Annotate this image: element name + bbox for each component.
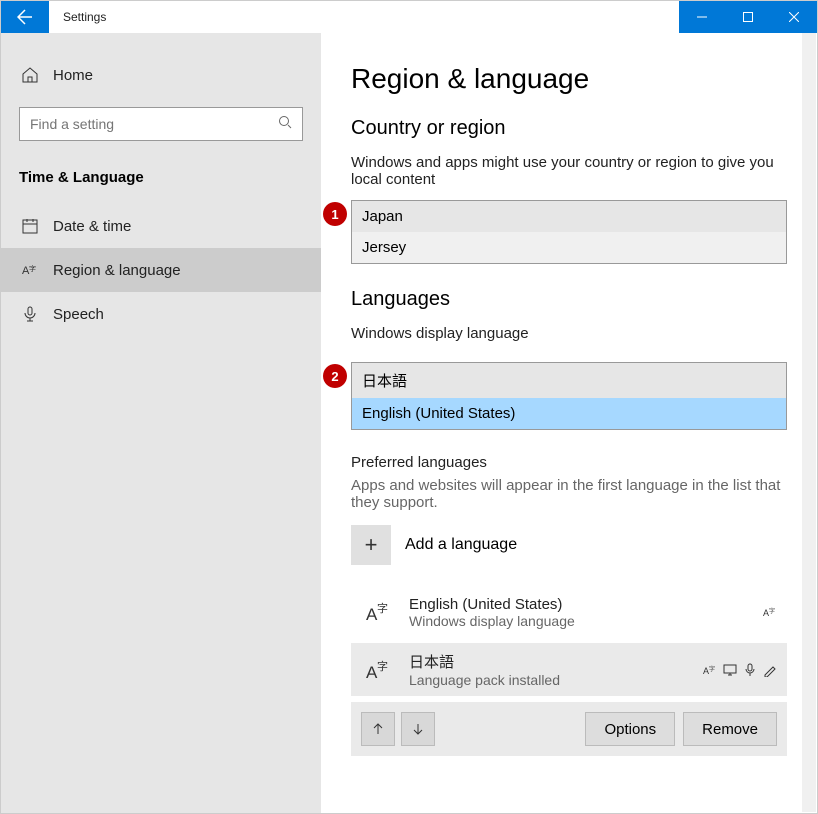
close-icon (789, 12, 799, 22)
microphone-icon (19, 305, 41, 323)
svg-text:字: 字 (709, 665, 715, 673)
search-input[interactable] (20, 116, 302, 132)
svg-text:字: 字 (377, 601, 388, 615)
sidebar-item-region[interactable]: A字 Region & language (1, 248, 321, 292)
search-wrap (19, 107, 303, 141)
back-button[interactable] (1, 1, 49, 33)
minimize-icon (697, 12, 707, 22)
region-option-japan[interactable]: Japan (352, 201, 786, 232)
maximize-icon (743, 12, 753, 22)
language-name: 日本語 (409, 651, 703, 672)
search-box[interactable] (19, 107, 303, 141)
handwriting-icon (763, 663, 777, 677)
home-label: Home (53, 67, 93, 84)
scrollbar[interactable] (802, 33, 816, 812)
language-badges: A字 (703, 663, 777, 677)
arrow-up-icon (372, 723, 384, 735)
language-badges: A字 (763, 605, 777, 619)
options-button[interactable]: Options (585, 712, 675, 746)
search-icon (278, 115, 292, 134)
svg-text:字: 字 (29, 264, 36, 273)
language-a-icon: A字 (19, 261, 41, 279)
action-buttons: Options Remove (585, 712, 777, 746)
callout-2: 2 (323, 364, 347, 388)
language-actions: Options Remove (351, 702, 787, 756)
sidebar-section-title: Time & Language (1, 161, 321, 204)
speech-icon (743, 663, 757, 677)
titlebar-spacer (120, 1, 679, 33)
language-a-small-icon: A字 (763, 605, 777, 619)
language-item-japanese[interactable]: A字 日本語 Language pack installed A字 (351, 643, 787, 696)
region-option-jersey[interactable]: Jersey (352, 232, 786, 263)
main-layout: Home Time & Language Date & time A字 Regi… (1, 33, 817, 813)
region-heading: Country or region (351, 117, 787, 140)
sidebar-item-speech[interactable]: Speech (1, 292, 321, 336)
language-subtext: Windows display language (409, 613, 763, 629)
page-title: Region & language (351, 63, 787, 95)
language-item-english[interactable]: A字 English (United States) Windows displ… (351, 587, 787, 637)
sidebar-item-datetime[interactable]: Date & time (1, 204, 321, 248)
sidebar: Home Time & Language Date & time A字 Regi… (1, 33, 321, 813)
region-dropdown[interactable]: Japan Jersey (351, 200, 787, 264)
add-language-label: Add a language (405, 536, 517, 554)
language-subtext: Language pack installed (409, 672, 703, 688)
reorder-buttons (361, 712, 435, 746)
move-up-button[interactable] (361, 712, 395, 746)
maximize-button[interactable] (725, 1, 771, 33)
region-dropdown-wrap: 1 Japan Jersey (351, 200, 787, 264)
preferred-heading: Preferred languages (351, 454, 787, 471)
display-option-english[interactable]: English (United States) (352, 398, 786, 429)
display-dropdown-wrap: 2 日本語 English (United States) (351, 362, 787, 430)
add-language-button[interactable]: + Add a language (351, 525, 787, 565)
region-desc: Windows and apps might use your country … (351, 154, 787, 188)
remove-button[interactable]: Remove (683, 712, 777, 746)
move-down-button[interactable] (401, 712, 435, 746)
display-language-dropdown[interactable]: 日本語 English (United States) (351, 362, 787, 430)
content: Region & language Country or region Wind… (321, 33, 817, 813)
display-icon (723, 663, 737, 677)
display-language-subhead: Windows display language (351, 325, 787, 342)
callout-1: 1 (323, 202, 347, 226)
language-a-small-icon: A字 (703, 663, 717, 677)
preferred-desc: Apps and websites will appear in the fir… (351, 477, 787, 511)
home-nav[interactable]: Home (1, 53, 321, 97)
sidebar-label-datetime: Date & time (53, 218, 131, 235)
minimize-button[interactable] (679, 1, 725, 33)
content-inner: Region & language Country or region Wind… (351, 63, 787, 756)
sidebar-label-region: Region & language (53, 262, 181, 279)
display-option-japanese[interactable]: 日本語 (352, 363, 786, 398)
plus-icon: + (351, 525, 391, 565)
calendar-icon (19, 217, 41, 235)
language-a-icon: A字 (361, 595, 395, 629)
close-button[interactable] (771, 1, 817, 33)
window-title: Settings (49, 1, 120, 33)
sidebar-label-speech: Speech (53, 306, 104, 323)
caption-buttons (679, 1, 817, 33)
language-name: English (United States) (409, 596, 763, 613)
svg-text:字: 字 (769, 607, 775, 615)
svg-text:字: 字 (377, 659, 388, 673)
home-icon (19, 66, 41, 84)
arrow-left-icon (17, 9, 33, 25)
arrow-down-icon (412, 723, 424, 735)
titlebar: Settings (1, 1, 817, 33)
languages-heading: Languages (351, 288, 787, 311)
language-a-icon: A字 (361, 653, 395, 687)
